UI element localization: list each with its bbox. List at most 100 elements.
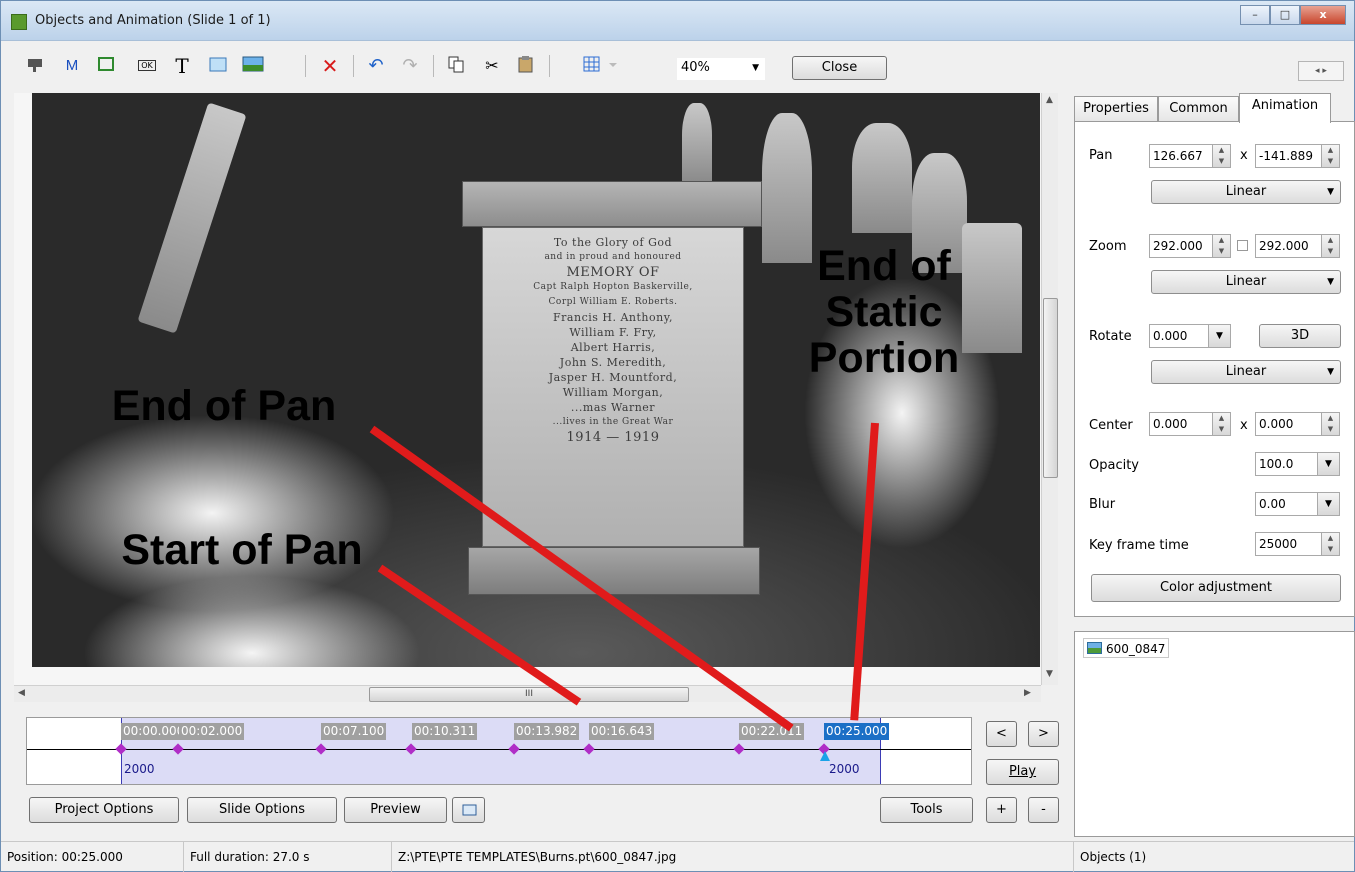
spinner-icon[interactable]: ▲ ▼ [1212,235,1230,257]
delete-icon[interactable]: ✕ [319,55,341,77]
zoom-y-input[interactable]: 292.000 ▲ ▼ [1255,234,1340,258]
playhead-marker[interactable] [820,751,830,761]
color-adjustment-button[interactable]: Color adjustment [1091,574,1341,602]
zoom-select[interactable]: 40% ▼ [677,58,765,80]
copy-icon[interactable] [445,55,467,77]
rotate-mode-select[interactable]: Linear ▼ [1151,360,1341,384]
panel-nav-arrows[interactable]: ◂ ▸ [1298,61,1344,81]
opacity-input[interactable]: 100.0 ▼ [1255,452,1340,476]
spinner-icon[interactable]: ▲ ▼ [1321,145,1339,167]
spinner-icon[interactable]: ▲ ▼ [1321,533,1339,555]
keyframe-time-value: 25000 [1259,537,1298,551]
frame-icon[interactable] [95,55,117,77]
keyframe-label[interactable]: 00:13.982 [514,723,580,740]
inscription-line: ...lives in the Great War [552,417,674,427]
keyframe-label[interactable]: 00:07.100 [321,723,387,740]
inscription-line: William Morgan, [562,386,664,399]
keyframe-label[interactable]: 00:00.000 [121,723,187,740]
rotate-value: 0.000 [1153,329,1188,343]
center-label: Center [1089,418,1133,433]
rectangle-icon[interactable] [207,55,229,77]
minimize-button[interactable]: – [1240,5,1270,25]
spinner-icon[interactable]: ▲ ▼ [1212,413,1230,435]
slide-options-button[interactable]: Slide Options [187,797,337,823]
close-window-button[interactable]: x [1300,5,1346,25]
blur-input[interactable]: 0.00 ▼ [1255,492,1340,516]
status-bar: Position: 00:25.000 Full duration: 27.0 … [1,841,1354,872]
zoom-in-timeline-button[interactable]: + [986,797,1017,823]
paste-icon[interactable] [515,55,537,77]
keyframe-label[interactable]: 00:02.000 [179,723,245,740]
spinner-icon[interactable]: ▲ ▼ [1321,413,1339,435]
object-name: 600_0847 [1106,642,1166,656]
vertical-scrollbar[interactable]: ▲ ▼ [1041,93,1058,685]
maximize-button[interactable]: □ [1270,5,1300,25]
vertical-scroll-thumb[interactable] [1043,298,1058,478]
inscription-line: Albert Harris, [570,341,656,354]
zoom-mode-select[interactable]: Linear ▼ [1151,270,1341,294]
rotate-input[interactable]: 0.000 ▼ [1149,324,1231,348]
button-icon[interactable]: OK [135,55,159,77]
cut-icon[interactable]: ✂ [481,55,503,77]
tab-common[interactable]: Common [1158,96,1239,122]
3d-button[interactable]: 3D [1259,324,1341,348]
image-icon[interactable] [241,55,265,77]
duration-label: 2000 [124,762,155,776]
zoom-out-timeline-button[interactable]: - [1028,797,1059,823]
opacity-value: 100.0 [1259,457,1294,471]
chevron-down-icon[interactable]: ▼ [1208,325,1230,347]
keyframe-time-input[interactable]: 25000 ▲ ▼ [1255,532,1340,556]
pan-x-input[interactable]: 126.667 ▲ ▼ [1149,144,1231,168]
list-item[interactable]: 600_0847 [1083,638,1170,658]
keyframe-label-active[interactable]: 00:25.000 [824,723,890,740]
preview-button[interactable]: Preview [344,797,447,823]
horizontal-scroll-thumb[interactable]: III [369,687,689,702]
center-y-input[interactable]: 0.000 ▲ ▼ [1255,412,1340,436]
text-icon[interactable]: T [171,55,193,77]
grid-icon[interactable] [581,55,621,77]
next-keyframe-button[interactable]: > [1028,721,1059,747]
pan-mode-select[interactable]: Linear ▼ [1151,180,1341,204]
redo-icon[interactable]: ↷ [399,55,421,77]
link-zoom-checkbox[interactable] [1237,240,1248,251]
keyframe-label[interactable]: 00:22.011 [739,723,805,740]
scroll-down-icon[interactable]: ▼ [1046,669,1053,679]
zoom-x-value: 292.000 [1153,239,1203,253]
fullscreen-preview-button[interactable] [452,797,485,823]
slideshow-icon[interactable] [25,55,47,77]
spinner-icon[interactable]: ▲ ▼ [1321,235,1339,257]
close-button[interactable]: Close [792,56,887,80]
keyframe-label[interactable]: 00:10.311 [412,723,478,740]
slide-canvas[interactable]: To the Glory of God and in proud and hon… [14,93,1041,685]
zoom-label: Zoom [1089,239,1127,254]
timeline[interactable]: 00:00.000 00:02.000 00:07.100 00:10.311 … [26,717,972,785]
blur-value: 0.00 [1259,497,1286,511]
project-options-button[interactable]: Project Options [29,797,179,823]
status-duration: Full duration: 27.0 s [184,842,392,872]
tab-properties[interactable]: Properties [1074,96,1158,122]
mask-icon[interactable]: M [61,55,83,77]
tab-animation[interactable]: Animation [1239,93,1331,123]
toolbar: M OK T ✕ ↶ ↷ ✂ 40% ▼ Close ◂ ▸ [1,41,1354,89]
center-x-input[interactable]: 0.000 ▲ ▼ [1149,412,1231,436]
tools-button[interactable]: Tools [880,797,973,823]
scroll-up-icon[interactable]: ▲ [1046,95,1053,105]
prev-keyframe-button[interactable]: < [986,721,1017,747]
spinner-icon[interactable]: ▲ ▼ [1212,145,1230,167]
keyframe-label[interactable]: 00:16.643 [589,723,655,740]
start-of-pan-annotation: Start of Pan [121,526,363,574]
zoom-x-input[interactable]: 292.000 ▲ ▼ [1149,234,1231,258]
chevron-down-icon[interactable]: ▼ [1317,493,1339,515]
objects-list[interactable]: 600_0847 [1074,631,1355,837]
window-controls: – □ x [1240,5,1346,25]
headstone-shape [852,123,912,233]
scroll-right-icon[interactable]: ▶ [1024,688,1031,698]
play-button[interactable]: Play [986,759,1059,785]
undo-icon[interactable]: ↶ [365,55,387,77]
pan-y-input[interactable]: -141.889 ▲ ▼ [1255,144,1340,168]
chevron-down-icon[interactable]: ▼ [1317,453,1339,475]
horizontal-scrollbar[interactable]: ◀ III ▶ [14,685,1041,702]
pan-x-value: 126.667 [1153,149,1203,163]
memorial-cap [462,181,762,227]
scroll-left-icon[interactable]: ◀ [18,688,25,698]
